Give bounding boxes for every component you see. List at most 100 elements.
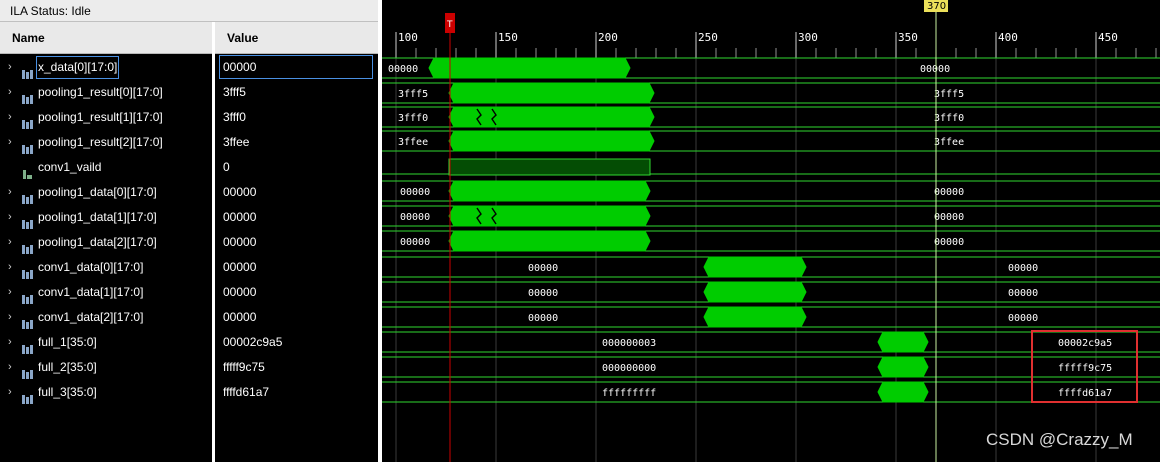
bus-transition-block[interactable]: [428, 57, 631, 79]
signal-value: 00000: [223, 185, 257, 199]
bus-value-label: 3fff5: [934, 89, 964, 100]
bus-signal-icon: [22, 388, 33, 404]
bus-transition-block[interactable]: [877, 356, 929, 378]
expand-chevron-icon[interactable]: ›: [8, 355, 18, 380]
signal-row[interactable]: › full_2[35:0]: [0, 355, 212, 380]
value-row[interactable]: 3ffee: [215, 130, 378, 155]
signal-row[interactable]: › pooling1_data[2][17:0]: [0, 230, 212, 255]
value-column-header[interactable]: Value: [215, 22, 378, 54]
signal-name: full_2[35:0]: [38, 360, 97, 374]
bit-signal-icon: [22, 163, 33, 179]
value-row[interactable]: 3fff5: [215, 80, 378, 105]
bus-value-label: 00000: [400, 212, 430, 223]
bus-value-label: fffffffff: [602, 388, 656, 399]
trigger-label: T: [446, 20, 453, 30]
signal-row[interactable]: conv1_vaild: [0, 155, 212, 180]
value-row[interactable]: 00000: [215, 180, 378, 205]
bus-signal-icon: [22, 238, 33, 254]
signal-row[interactable]: › pooling1_result[0][17:0]: [0, 80, 212, 105]
signal-name: conv1_data[2][17:0]: [38, 310, 144, 324]
bus-signal-icon: [22, 63, 33, 79]
bus-transition-block[interactable]: [448, 130, 655, 152]
signal-value: 3ffee: [223, 135, 250, 149]
signal-row[interactable]: › conv1_data[0][17:0]: [0, 255, 212, 280]
signal-names-panel: Name › x_data[0][17:0] › pooling1_result[0]…: [0, 22, 212, 462]
bus-value-label: 000000000: [602, 363, 656, 374]
value-row[interactable]: 00000: [215, 55, 378, 80]
signal-name: pooling1_result[0][17:0]: [38, 85, 163, 99]
signal-value: fffff9c75: [223, 360, 265, 374]
signal-name: full_3[35:0]: [38, 385, 97, 399]
bus-value-label: 00000: [400, 187, 430, 198]
signal-name: full_1[35:0]: [38, 335, 97, 349]
bus-signal-icon: [22, 113, 33, 129]
expand-chevron-icon[interactable]: ›: [8, 255, 18, 280]
bit-high-pulse[interactable]: [448, 158, 651, 176]
bus-transition-block[interactable]: [703, 306, 807, 328]
signal-row[interactable]: › x_data[0][17:0]: [0, 55, 212, 80]
signal-row[interactable]: › pooling1_data[0][17:0]: [0, 180, 212, 205]
value-row[interactable]: 00002c9a5: [215, 330, 378, 355]
value-row[interactable]: ffffd61a7: [215, 380, 378, 405]
signal-row[interactable]: › conv1_data[2][17:0]: [0, 305, 212, 330]
expand-chevron-icon[interactable]: ›: [8, 55, 18, 80]
ruler-tick-label: 100: [398, 31, 418, 44]
bus-value-label: 3fff0: [398, 113, 428, 124]
signal-row[interactable]: › pooling1_data[1][17:0]: [0, 205, 212, 230]
signal-row[interactable]: › full_1[35:0]: [0, 330, 212, 355]
signal-name: pooling1_data[1][17:0]: [38, 210, 157, 224]
bus-transition-block[interactable]: [448, 230, 651, 252]
signal-value: 00000: [223, 235, 257, 249]
signal-row[interactable]: › conv1_data[1][17:0]: [0, 280, 212, 305]
waveform-canvas[interactable]: 100 150 200 250 300 350 400 450 00000 00000 3fff5 3…: [382, 0, 1160, 462]
signal-row[interactable]: › pooling1_result[2][17:0]: [0, 130, 212, 155]
expand-chevron-icon[interactable]: ›: [8, 180, 18, 205]
value-row[interactable]: 0: [215, 155, 378, 180]
expand-chevron-icon[interactable]: ›: [8, 205, 18, 230]
ruler-tick-label: 150: [498, 31, 518, 44]
signal-value: ffffd61a7: [223, 385, 270, 399]
bus-transition-block[interactable]: [877, 331, 929, 353]
bus-transition-block[interactable]: [703, 281, 807, 303]
ruler-tick-label: 200: [598, 31, 618, 44]
signal-row[interactable]: › pooling1_result[1][17:0]: [0, 105, 212, 130]
bus-value-label: 00000: [400, 237, 430, 248]
name-column-header[interactable]: Name: [0, 22, 212, 54]
bus-transition-block[interactable]: [448, 82, 655, 104]
value-row[interactable]: 00000: [215, 205, 378, 230]
bus-value-label: fffff9c75: [1058, 363, 1112, 374]
signal-value: 00000: [223, 285, 257, 299]
bus-value-label: 00002c9a5: [1058, 338, 1112, 349]
expand-chevron-icon[interactable]: ›: [8, 305, 18, 330]
value-row[interactable]: 00000: [215, 305, 378, 330]
bus-value-label: 00000: [920, 64, 950, 75]
expand-chevron-icon[interactable]: ›: [8, 330, 18, 355]
expand-chevron-icon[interactable]: ›: [8, 230, 18, 255]
expand-chevron-icon[interactable]: ›: [8, 80, 18, 105]
signal-name: pooling1_result[1][17:0]: [38, 110, 163, 124]
signal-name: conv1_data[1][17:0]: [38, 285, 144, 299]
bus-signal-icon: [22, 363, 33, 379]
value-row[interactable]: 00000: [215, 230, 378, 255]
signal-row[interactable]: › full_3[35:0]: [0, 380, 212, 405]
value-row[interactable]: 3fff0: [215, 105, 378, 130]
value-row[interactable]: fffff9c75: [215, 355, 378, 380]
bus-transition-block[interactable]: [877, 381, 929, 403]
signal-value: 00000: [223, 260, 257, 274]
signal-value: 00000: [223, 60, 257, 74]
signal-value: 3fff5: [223, 85, 246, 99]
bus-transition-block[interactable]: [703, 256, 807, 278]
value-row[interactable]: 00000: [215, 255, 378, 280]
waveform-panel[interactable]: 100 150 200 250 300 350 400 450 00000 00000 3fff5 3…: [382, 0, 1160, 462]
expand-chevron-icon[interactable]: ›: [8, 105, 18, 130]
expand-chevron-icon[interactable]: ›: [8, 380, 18, 405]
bus-value-label: 00000: [528, 263, 558, 274]
ruler-tick-label: 450: [1098, 31, 1118, 44]
value-row[interactable]: 00000: [215, 280, 378, 305]
bus-value-label: 00000: [1008, 313, 1038, 324]
signal-name: x_data[0][17:0]: [36, 56, 120, 79]
expand-chevron-icon[interactable]: ›: [8, 130, 18, 155]
signal-value: 00002c9a5: [223, 335, 283, 349]
bus-transition-block[interactable]: [448, 180, 651, 202]
expand-chevron-icon[interactable]: ›: [8, 280, 18, 305]
